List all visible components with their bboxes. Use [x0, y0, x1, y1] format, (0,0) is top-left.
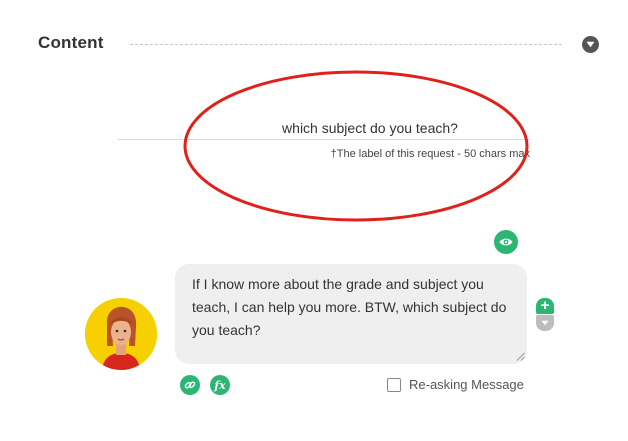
plus-icon: +: [540, 297, 550, 314]
reasking-message-toggle[interactable]: Re-asking Message: [387, 377, 524, 392]
reasking-checkbox[interactable]: [387, 377, 401, 392]
preview-button[interactable]: [494, 230, 518, 254]
chevron-down-icon: [586, 41, 595, 48]
teacher-avatar-icon: [85, 298, 157, 370]
section-divider: [130, 44, 562, 45]
function-icon: fx: [214, 378, 226, 392]
eye-icon: [499, 238, 513, 246]
function-button[interactable]: fx: [210, 375, 230, 395]
content-section-title: Content: [38, 33, 104, 52]
message-textarea[interactable]: If I know more about the grade and subje…: [175, 264, 527, 364]
red-highlight-ellipse: [183, 70, 529, 222]
add-message-button[interactable]: +: [536, 298, 554, 314]
link-icon: [184, 381, 196, 389]
chevron-down-icon: [541, 320, 549, 326]
link-button[interactable]: [180, 375, 200, 395]
avatar: [85, 298, 157, 370]
move-down-button[interactable]: [536, 315, 554, 331]
collapse-button[interactable]: [582, 36, 599, 53]
reasking-label: Re-asking Message: [409, 377, 524, 392]
request-label-input[interactable]: [118, 116, 530, 140]
label-hint: †The label of this request - 50 chars ma…: [330, 148, 530, 160]
